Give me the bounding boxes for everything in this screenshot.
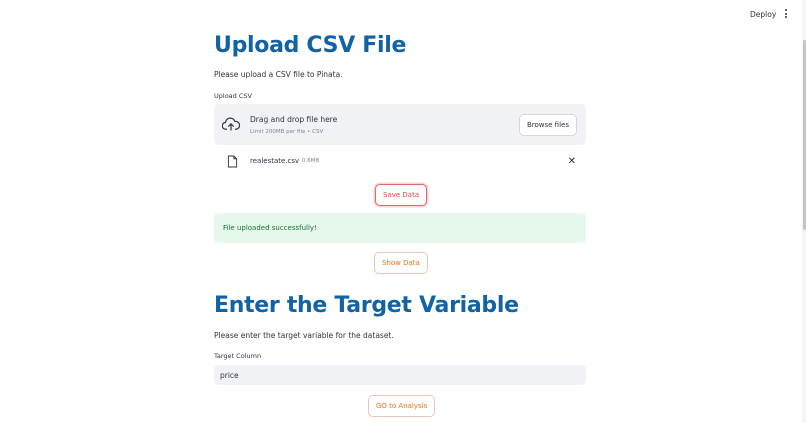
target-description: Please enter the target variable for the… bbox=[214, 331, 394, 340]
app-page: Deploy Upload CSV File Please upload a C… bbox=[0, 0, 806, 423]
success-alert: File uploaded successfully! bbox=[214, 213, 586, 243]
main-menu-icon[interactable] bbox=[783, 9, 789, 21]
scrollbar[interactable] bbox=[802, 0, 806, 423]
save-data-button[interactable]: Save Data bbox=[375, 184, 428, 206]
upload-title: Upload CSV File bbox=[214, 33, 407, 58]
remove-file-icon[interactable]: ✕ bbox=[568, 156, 576, 167]
target-title: Enter the Target Variable bbox=[214, 293, 519, 318]
file-dropzone[interactable]: Drag and drop file here Limit 200MB per … bbox=[214, 104, 586, 145]
dropzone-limit-text: Limit 200MB per file • CSV bbox=[250, 129, 324, 135]
success-message: File uploaded successfully! bbox=[223, 224, 317, 232]
dropzone-instructions: Drag and drop file here bbox=[250, 115, 338, 124]
show-data-button[interactable]: Show Data bbox=[374, 252, 428, 274]
upload-description: Please upload a CSV file to Pinata. bbox=[214, 70, 343, 79]
deploy-button[interactable]: Deploy bbox=[750, 10, 776, 19]
upload-field-label: Upload CSV bbox=[214, 92, 252, 100]
go-to-analysis-button[interactable]: GO to Analysis bbox=[368, 395, 436, 417]
target-column-input[interactable] bbox=[214, 365, 586, 385]
file-icon bbox=[227, 155, 238, 168]
uploaded-file-item: realestate.csv 0.6MB ✕ bbox=[214, 154, 586, 170]
target-field-label: Target Column bbox=[214, 352, 262, 360]
file-size: 0.6MB bbox=[302, 158, 320, 164]
file-name: realestate.csv bbox=[250, 157, 300, 165]
browse-files-button[interactable]: Browse files bbox=[518, 114, 577, 136]
cloud-upload-icon bbox=[222, 117, 240, 131]
